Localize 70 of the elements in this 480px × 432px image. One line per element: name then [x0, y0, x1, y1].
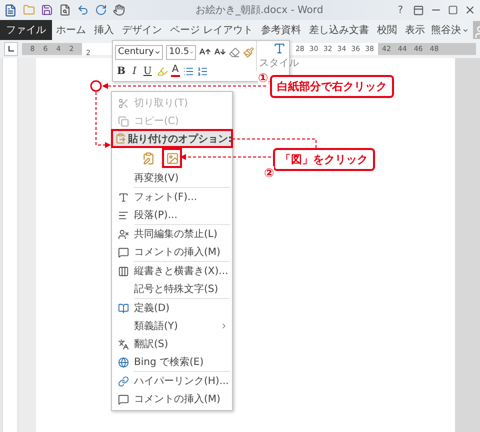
globe-icon [118, 356, 128, 368]
user-blocked-icon [118, 228, 128, 240]
clipboard-brush-icon [142, 152, 154, 164]
step-number: ① [258, 71, 268, 85]
maximize-icon[interactable] [448, 5, 458, 15]
ribbon-tab[interactable]: 挿入 [90, 20, 118, 40]
font-color-button[interactable]: A [170, 65, 180, 78]
callout-label: 白紙部分で右クリック [270, 75, 394, 98]
tab-selector-icon[interactable] [4, 42, 18, 56]
caret-icon [462, 26, 470, 34]
menu-item[interactable]: 段落(P)... [112, 206, 232, 224]
menu-item[interactable]: 共同編集の禁止(L) [112, 225, 232, 243]
cursor-marker-icon [90, 80, 102, 92]
numbering-icon[interactable] [196, 66, 208, 77]
undo-icon[interactable] [77, 4, 89, 16]
menu-item[interactable]: ハイパーリンク(H)... [112, 372, 232, 390]
menu-item[interactable]: コメントの挿入(M) [112, 390, 232, 408]
menu-item[interactable]: 翻訳(S) [112, 335, 232, 353]
format-button[interactable]: B [115, 66, 128, 77]
caret-icon [154, 48, 161, 56]
format-button[interactable]: U [141, 66, 154, 77]
styles-icon [272, 42, 286, 55]
menu-item[interactable]: 記号と特殊文字(S) [112, 280, 232, 298]
book-icon [118, 302, 128, 314]
print-preview-icon[interactable] [59, 4, 71, 16]
text-direction-icon [118, 266, 128, 276]
format-button[interactable]: I [130, 66, 138, 77]
word-app-icon [4, 4, 17, 16]
user-account-button[interactable]: 熊谷決 [429, 20, 472, 40]
paste-option-button[interactable] [162, 148, 182, 168]
translate-icon [118, 338, 128, 350]
ribbon-tab[interactable]: 差し込み文書 [305, 20, 374, 40]
redo-icon[interactable] [95, 4, 107, 16]
copy-icon [118, 116, 128, 126]
ribbon-tab[interactable]: ファイル [0, 20, 52, 40]
paintbrush-icon[interactable] [243, 46, 254, 58]
ribbon-tab[interactable]: ホーム [52, 20, 90, 40]
callout-label: 「図」をクリック [273, 148, 375, 171]
ribbon-tab[interactable]: ページ レイアウト [166, 20, 258, 40]
paragraph-icon [118, 210, 128, 220]
touch-mode-icon[interactable] [113, 4, 125, 16]
menu-item[interactable]: 定義(D) [112, 299, 232, 317]
font-select[interactable]: Century [115, 44, 163, 60]
window-title: お絵かき_朝顔.docx - Word [194, 4, 324, 17]
menu-item[interactable]: フォント(F)... [112, 188, 232, 206]
caret-icon [189, 48, 194, 56]
scissors-icon [118, 98, 128, 108]
ribbon-tab[interactable]: デザイン [118, 20, 166, 40]
ribbon-tab[interactable]: 校閲 [373, 20, 402, 40]
help-button[interactable]: ? [394, 0, 407, 20]
menu-item[interactable]: コメントの挿入(M) [112, 243, 232, 261]
leader-line [96, 92, 111, 148]
step-number: ② [264, 166, 274, 180]
paste-options-header: 貼り付けのオプション: [112, 130, 232, 147]
comment-icon [118, 394, 128, 404]
save-icon[interactable] [41, 4, 53, 16]
clipboard-icon [114, 133, 126, 144]
comment-icon [118, 246, 128, 258]
clear-format-icon[interactable] [229, 46, 240, 58]
picture-icon [166, 152, 178, 164]
ribbon-tab[interactable]: 参考資料 [257, 20, 306, 40]
link-icon [118, 376, 128, 386]
menu-item[interactable]: 縦書きと横書き(X)... [112, 262, 232, 280]
close-icon[interactable] [464, 4, 476, 16]
ribbon-tab[interactable]: 表示 [401, 20, 430, 40]
ribbon-display-icon[interactable] [413, 4, 424, 16]
menu-item[interactable]: Bing で検索(E) [112, 353, 232, 371]
font-size-select[interactable]: 10.5 [166, 44, 196, 60]
menu-item[interactable]: 再変換(V) [112, 169, 232, 187]
menu-item[interactable]: 類義語(Y) [112, 317, 232, 335]
